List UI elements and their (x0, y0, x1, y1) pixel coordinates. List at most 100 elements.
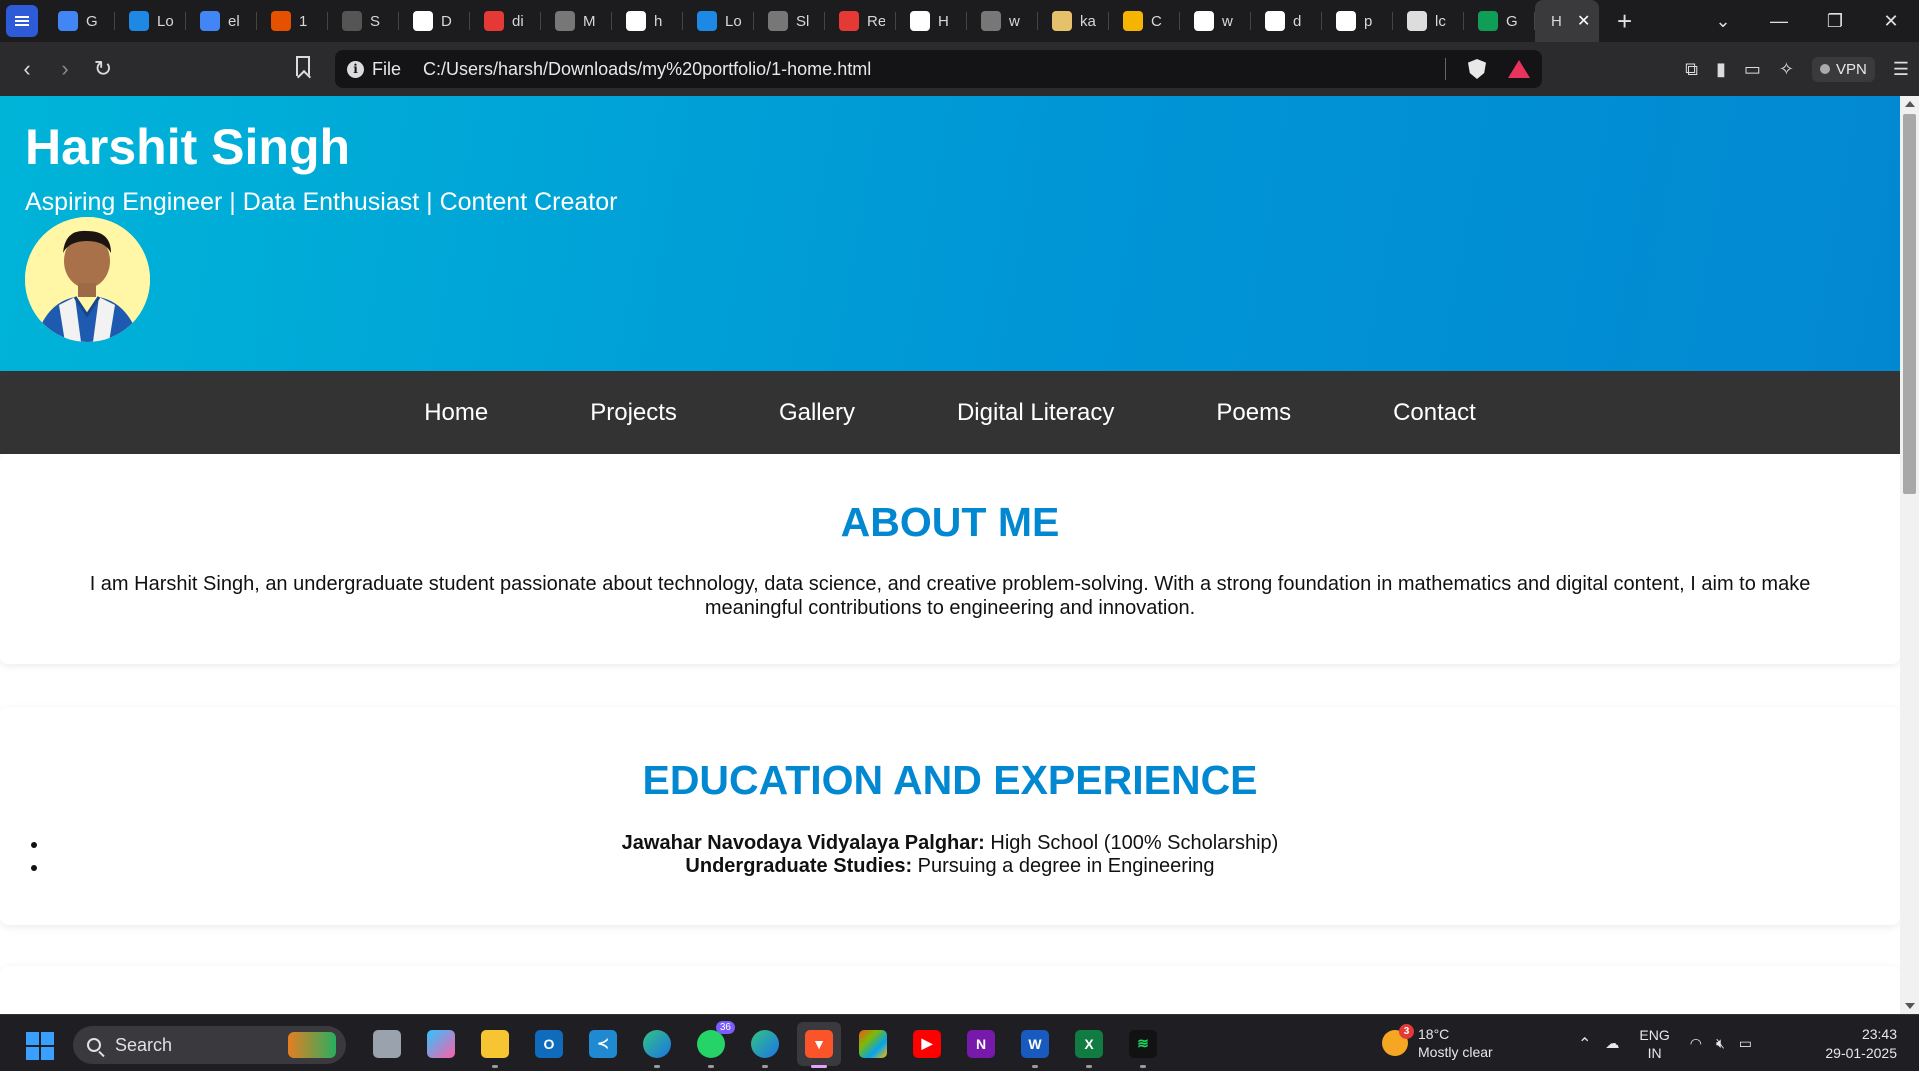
tab-item[interactable]: S (328, 0, 399, 42)
brave-shield-icon[interactable] (1468, 59, 1486, 79)
clock[interactable]: 23:43 29-01-2025 (1825, 1025, 1897, 1063)
tab-item[interactable]: G (1464, 0, 1535, 42)
minimize-button[interactable]: — (1751, 11, 1807, 32)
url-text[interactable]: C:/Users/harsh/Downloads/my%20portfolio/… (423, 59, 871, 80)
file-explorer-app[interactable] (473, 1022, 517, 1068)
main-menu-icon[interactable]: ☰ (1893, 59, 1909, 80)
tab-item[interactable]: ka (1038, 0, 1109, 42)
tab-item[interactable]: Sl (754, 0, 825, 42)
tab-item[interactable]: Lo (683, 0, 754, 42)
extensions-icon[interactable]: ⧉ (1685, 59, 1698, 80)
address-bar[interactable]: i File C:/Users/harsh/Downloads/my%20por… (335, 50, 1542, 88)
excel-app[interactable]: X (1067, 1022, 1111, 1068)
wifi-icon[interactable]: ◠ (1690, 1035, 1702, 1052)
back-button[interactable]: ‹ (8, 56, 46, 82)
vpn-label: VPN (1836, 60, 1867, 78)
sidebar-icon[interactable]: ▮ (1716, 59, 1726, 80)
wallet-icon[interactable]: ▭ (1744, 59, 1761, 80)
tab-item[interactable]: w (967, 0, 1038, 42)
tab-item[interactable]: w (1180, 0, 1251, 42)
tab-item[interactable]: C (1109, 0, 1180, 42)
show-hidden-icons-chevron-icon[interactable]: ⌃ (1578, 1034, 1591, 1054)
tab-search-chevron-icon[interactable]: ⌄ (1695, 11, 1751, 32)
tab-item[interactable]: H (896, 0, 967, 42)
tab-item[interactable]: di (470, 0, 541, 42)
nav-digital-literacy[interactable]: Digital Literacy (957, 399, 1114, 427)
google-icon (1265, 11, 1285, 31)
tab-item[interactable]: d (1251, 0, 1322, 42)
weather-widget[interactable]: 3 18°C Mostly clear (1382, 1024, 1493, 1061)
forward-button[interactable]: › (46, 56, 84, 82)
edge-icon (643, 1029, 671, 1058)
tab-item[interactable]: h (612, 0, 683, 42)
vscode-app[interactable]: ≺ (581, 1022, 625, 1066)
taskbar-search[interactable]: Search (73, 1026, 346, 1064)
tab-menu-button[interactable] (6, 5, 38, 37)
info-icon[interactable]: i (347, 60, 364, 78)
tab-item[interactable]: el (186, 0, 257, 42)
language-secondary: IN (1647, 1044, 1662, 1061)
tab-item[interactable]: 1 (257, 0, 328, 42)
whatsapp-app[interactable]: 36 (689, 1020, 735, 1068)
clock-time: 23:43 (1861, 1026, 1897, 1042)
tab-item[interactable]: Lo (115, 0, 186, 42)
start-button[interactable] (26, 1032, 54, 1060)
tab-item[interactable]: D (399, 0, 470, 42)
address-bar-actions (1445, 50, 1530, 88)
list-item: Jawahar Navodaya Vidyalaya Palghar: High… (0, 832, 1900, 855)
language-indicator[interactable]: ENG IN (1639, 1026, 1669, 1062)
close-tab-icon[interactable]: ✕ (1577, 11, 1590, 31)
close-window-button[interactable]: ✕ (1863, 11, 1919, 32)
scroll-down-icon[interactable] (1905, 1003, 1915, 1009)
spotify-app[interactable]: ≋ (1121, 1022, 1165, 1068)
wix-icon (413, 11, 433, 31)
tab-active[interactable]: H ✕ (1535, 0, 1599, 42)
wix-icon (910, 11, 930, 31)
tab-title: lc (1435, 12, 1446, 30)
clock-date: 29-01-2025 (1825, 1045, 1897, 1061)
scroll-up-icon[interactable] (1905, 101, 1915, 107)
tab-item[interactable]: M (541, 0, 612, 42)
scroll-thumb[interactable] (1903, 114, 1916, 494)
menu-icon (15, 20, 29, 22)
outlook-icon: O (535, 1029, 563, 1058)
youtube-app[interactable]: ▶ (905, 1022, 949, 1066)
nav-poems[interactable]: Poems (1216, 399, 1291, 427)
divider (1445, 58, 1446, 80)
brave-app[interactable]: ▼ (797, 1021, 841, 1068)
leo-ai-icon[interactable]: ✧ (1779, 59, 1794, 80)
bookmark-icon[interactable] (296, 56, 310, 76)
task-view-icon (373, 1029, 401, 1058)
word-app[interactable]: W (1013, 1022, 1057, 1068)
tab-item[interactable]: p (1322, 0, 1393, 42)
restore-button[interactable]: ❐ (1807, 11, 1863, 32)
new-tab-button[interactable]: + (1617, 6, 1632, 37)
brave-rewards-icon[interactable] (1508, 60, 1530, 78)
education-detail: Pursuing a degree in Engineering (912, 855, 1215, 877)
nav-gallery[interactable]: Gallery (779, 399, 855, 427)
onedrive-icon[interactable]: ☁ (1605, 1035, 1619, 1052)
tab-item[interactable]: lc (1393, 0, 1464, 42)
tab-item[interactable]: G (44, 0, 115, 42)
nav-home[interactable]: Home (424, 399, 488, 427)
task-view-button[interactable] (365, 1022, 409, 1066)
edge-profile-app[interactable] (743, 1022, 787, 1068)
outlook-app[interactable]: O (527, 1022, 571, 1066)
nav-projects[interactable]: Projects (590, 399, 677, 427)
battery-icon[interactable]: ▭ (1739, 1035, 1752, 1052)
copilot-app[interactable] (419, 1022, 463, 1066)
store-app[interactable] (851, 1022, 895, 1066)
page-scrollbar[interactable] (1900, 96, 1919, 1014)
toolbar-right: ⧉ ▮ ▭ ✧ VPN ☰ (1685, 42, 1909, 96)
nav-contact[interactable]: Contact (1393, 399, 1476, 427)
docs-icon (200, 11, 220, 31)
google-icon (626, 11, 646, 31)
tab-item[interactable]: Re (825, 0, 896, 42)
volume-muted-icon[interactable]: 🔇︎ (1716, 1035, 1725, 1052)
next-section (0, 966, 1900, 1014)
vpn-button[interactable]: VPN (1812, 56, 1875, 82)
edge-app[interactable] (635, 1022, 679, 1068)
onenote-app[interactable]: N (959, 1022, 1003, 1066)
reload-button[interactable]: ↻ (84, 56, 122, 82)
education-label: Undergraduate Studies: (685, 855, 913, 877)
